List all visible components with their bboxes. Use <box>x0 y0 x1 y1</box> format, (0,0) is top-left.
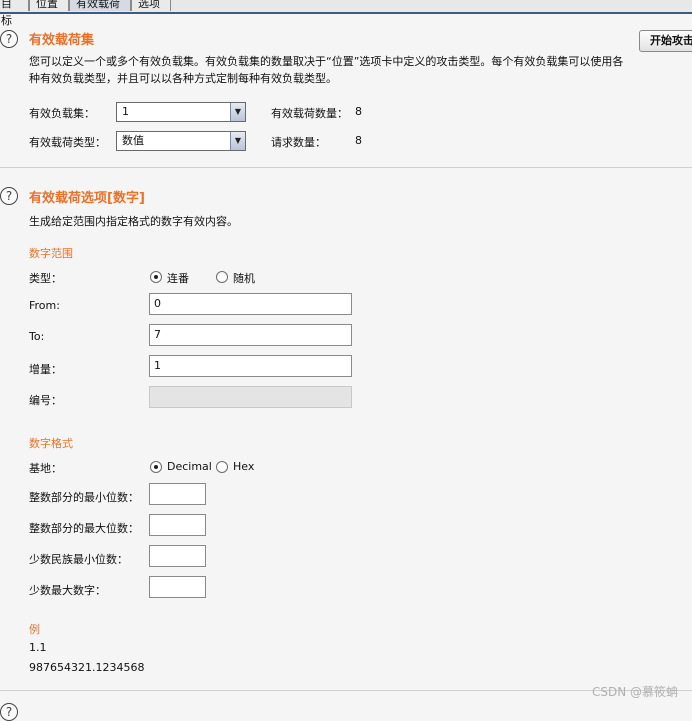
help-icon[interactable]: ? <box>0 703 18 721</box>
how-many-label: 编号： <box>29 394 62 407</box>
how-many-input <box>149 386 352 408</box>
request-count-value: 8 <box>355 134 362 147</box>
max-integer-digits-label: 整数部分的最大位数： <box>29 522 139 535</box>
payload-type-select[interactable]: 数值 ▼ <box>116 131 246 151</box>
radio-random-label[interactable]: 随机 <box>233 270 255 286</box>
radio-decimal[interactable] <box>150 461 162 473</box>
examples-heading: 例 <box>29 623 40 636</box>
number-format-heading: 数字格式 <box>29 437 73 450</box>
payload-options-title: 有效载荷选项[数字] <box>29 191 145 206</box>
type-label: 类型： <box>29 272 62 285</box>
number-range-heading: 数字范围 <box>29 247 73 260</box>
min-fraction-digits-input[interactable] <box>149 545 206 567</box>
radio-random[interactable] <box>216 271 228 283</box>
example-value-1: 1.1 <box>29 641 47 654</box>
help-icon[interactable]: ? <box>0 187 18 205</box>
payload-sets-title: 有效载荷集 <box>29 33 95 48</box>
payload-sets-description: 您可以定义一个或多个有效负载集。有效负载集的数量取决于“位置”选项卡中定义的攻击… <box>29 55 624 85</box>
payload-options-description: 生成给定范围内指定格式的数字有效内容。 <box>29 215 238 228</box>
min-fraction-digits-label: 少数民族最小位数： <box>29 553 128 566</box>
radio-sequential[interactable] <box>150 271 162 283</box>
radio-hex[interactable] <box>216 461 228 473</box>
tab-positions[interactable]: 位置 <box>29 0 69 11</box>
max-integer-digits-input[interactable] <box>149 514 206 536</box>
example-value-2: 987654321.1234568 <box>29 661 145 674</box>
start-attack-button[interactable]: 开始攻击 <box>639 30 692 52</box>
radio-decimal-label[interactable]: Decimal <box>167 460 212 473</box>
chevron-down-icon[interactable]: ▼ <box>230 132 245 150</box>
watermark: CSDN @慕筱蚺 <box>591 685 678 699</box>
max-fraction-digits-input[interactable] <box>149 576 206 598</box>
tab-payloads[interactable]: 有效载荷 <box>69 0 131 11</box>
from-input[interactable]: 0 <box>149 293 352 315</box>
tab-bar: 目标 位置 有效载荷 选项 <box>0 0 692 27</box>
section-divider <box>0 690 692 691</box>
to-input[interactable]: 7 <box>149 324 352 346</box>
tab-target[interactable]: 目标 <box>0 0 29 27</box>
payload-count-label: 有效载荷数量： <box>271 107 348 120</box>
min-integer-digits-input[interactable] <box>149 483 206 505</box>
to-label: To: <box>29 330 45 343</box>
max-fraction-digits-label: 少数最大数字： <box>29 584 106 597</box>
payload-set-select[interactable]: 1 ▼ <box>116 102 246 122</box>
help-icon[interactable]: ? <box>0 30 18 48</box>
chevron-down-icon[interactable]: ▼ <box>230 103 245 121</box>
payload-set-label: 有效负载集： <box>29 107 95 120</box>
payload-type-label: 有效载荷类型： <box>29 136 106 149</box>
payload-count-value: 8 <box>355 105 362 118</box>
tab-options[interactable]: 选项 <box>131 0 171 11</box>
step-input[interactable]: 1 <box>149 355 352 377</box>
section-divider <box>0 167 692 168</box>
step-label: 增量： <box>29 363 62 376</box>
payload-set-value: 1 <box>122 105 129 118</box>
payload-type-value: 数值 <box>122 134 144 147</box>
radio-sequential-label[interactable]: 连番 <box>167 270 189 286</box>
base-label: 基地： <box>29 462 62 475</box>
from-label: From: <box>29 299 60 312</box>
radio-hex-label[interactable]: Hex <box>233 460 254 473</box>
min-integer-digits-label: 整数部分的最小位数： <box>29 491 139 504</box>
request-count-label: 请求数量： <box>271 136 326 149</box>
